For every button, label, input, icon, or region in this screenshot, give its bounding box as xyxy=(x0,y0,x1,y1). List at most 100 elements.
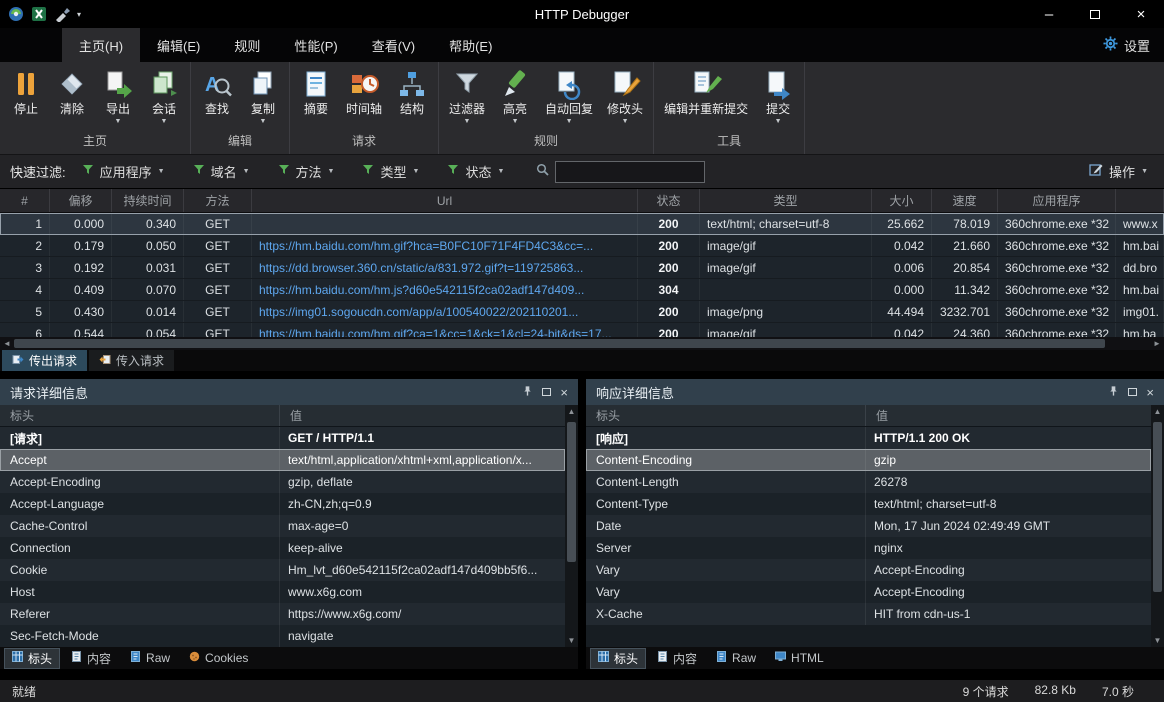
column-header-value[interactable]: 值 xyxy=(866,405,1151,426)
column-header-speed[interactable]: 速度 xyxy=(932,189,998,212)
tab-outgoing-requests[interactable]: 传出请求 xyxy=(2,350,87,371)
header-row[interactable]: CookieHm_lvt_d60e542115f2ca02adf147d409b… xyxy=(0,559,565,581)
actions-dropdown[interactable]: 操作 ▼ xyxy=(1089,162,1154,181)
header-row[interactable]: Hostwww.x6g.com xyxy=(0,581,565,603)
menu-tab-edit[interactable]: 编辑(E) xyxy=(140,28,217,62)
pin-icon[interactable] xyxy=(522,385,533,400)
scrollbar-thumb[interactable] xyxy=(14,339,1105,348)
header-row[interactable]: Content-Encodinggzip xyxy=(586,449,1151,471)
column-header-application[interactable]: 应用程序 xyxy=(998,189,1116,212)
pin-icon[interactable] xyxy=(1108,385,1119,400)
header-row[interactable]: Sec-Fetch-Modenavigate xyxy=(0,625,565,647)
brush-tool-icon[interactable] xyxy=(54,6,70,22)
sessions-button[interactable]: 会话 ▼ xyxy=(141,67,187,127)
filter-button[interactable]: 过滤器 ▼ xyxy=(442,67,492,127)
tab-headers[interactable]: 标头 xyxy=(590,648,646,669)
filter-status-dropdown[interactable]: 状态 ▼ xyxy=(447,162,504,181)
scroll-down-icon[interactable]: ▼ xyxy=(1154,634,1162,647)
request-row-2[interactable]: 2 0.179 0.050 GET https://hm.baidu.com/h… xyxy=(0,235,1164,257)
column-header-value[interactable]: 值 xyxy=(280,405,565,426)
filter-domain-dropdown[interactable]: 域名 ▼ xyxy=(193,162,250,181)
column-header-name[interactable]: 标头 xyxy=(0,405,280,426)
tab-cookies[interactable]: Cookies xyxy=(181,649,256,667)
menu-tab-rules[interactable]: 规则 xyxy=(217,28,277,62)
stop-button[interactable]: 停止 xyxy=(3,67,49,117)
column-header-index[interactable]: # xyxy=(0,189,50,212)
column-header-method[interactable]: 方法 xyxy=(184,189,252,212)
clear-button[interactable]: 清除 xyxy=(49,67,95,117)
filter-type-dropdown[interactable]: 类型 ▼ xyxy=(362,162,419,181)
menu-tab-help[interactable]: 帮助(E) xyxy=(432,28,509,62)
header-row[interactable]: [请求]GET / HTTP/1.1 xyxy=(0,427,565,449)
panel-maximize-icon[interactable] xyxy=(542,388,551,396)
response-vertical-scrollbar[interactable]: ▲ ▼ xyxy=(1151,405,1164,647)
header-row[interactable]: VaryAccept-Encoding xyxy=(586,559,1151,581)
request-row-4[interactable]: 4 0.409 0.070 GET https://hm.baidu.com/h… xyxy=(0,279,1164,301)
menu-tab-performance[interactable]: 性能(P) xyxy=(277,28,354,62)
column-header-name[interactable]: 标头 xyxy=(586,405,866,426)
panel-close-icon[interactable]: × xyxy=(1146,386,1154,399)
column-header-status[interactable]: 状态 xyxy=(638,189,700,212)
filter-method-dropdown[interactable]: 方法 ▼ xyxy=(278,162,335,181)
scroll-right-icon[interactable]: ► xyxy=(1150,337,1164,350)
header-row[interactable]: [响应]HTTP/1.1 200 OK xyxy=(586,427,1151,449)
header-row[interactable]: DateMon, 17 Jun 2024 02:49:49 GMT xyxy=(586,515,1151,537)
column-header-offset[interactable]: 偏移 xyxy=(50,189,112,212)
summary-button[interactable]: 摘要 xyxy=(293,67,339,117)
tab-content[interactable]: 内容 xyxy=(649,648,705,669)
column-header-url[interactable]: Url xyxy=(252,189,638,212)
request-row-3[interactable]: 3 0.192 0.031 GET https://dd.browser.360… xyxy=(0,257,1164,279)
auto-reply-button[interactable]: 自动回复 ▼ xyxy=(538,67,600,127)
header-row[interactable]: Accept-Languagezh-CN,zh;q=0.9 xyxy=(0,493,565,515)
request-row-5[interactable]: 5 0.430 0.014 GET https://img01.sogoucdn… xyxy=(0,301,1164,323)
qat-dropdown-icon[interactable]: ▾ xyxy=(77,10,81,19)
maximize-button[interactable] xyxy=(1072,0,1118,28)
header-row[interactable]: Accept-Encodinggzip, deflate xyxy=(0,471,565,493)
header-row[interactable]: Content-Length26278 xyxy=(586,471,1151,493)
search-input[interactable] xyxy=(555,161,705,183)
request-row-6[interactable]: 6 0.544 0.054 GET https://hm.baidu.com/h… xyxy=(0,323,1164,337)
request-vertical-scrollbar[interactable]: ▲ ▼ xyxy=(565,405,578,647)
column-header-size[interactable]: 大小 xyxy=(872,189,932,212)
header-row[interactable]: Content-Typetext/html; charset=utf-8 xyxy=(586,493,1151,515)
scroll-up-icon[interactable]: ▲ xyxy=(1154,405,1162,418)
scroll-up-icon[interactable]: ▲ xyxy=(568,405,576,418)
edit-resubmit-button[interactable]: 编辑并重新提交 xyxy=(657,67,755,117)
app-logo-icon[interactable] xyxy=(8,6,24,22)
minimize-button[interactable]: – xyxy=(1026,0,1072,28)
find-button[interactable]: A 查找 xyxy=(194,67,240,117)
tab-content[interactable]: 内容 xyxy=(63,648,119,669)
tab-incoming-requests[interactable]: 传入请求 xyxy=(89,350,174,371)
header-row[interactable]: X-CacheHIT from cdn-us-1 xyxy=(586,603,1151,625)
header-row[interactable]: Refererhttps://www.x6g.com/ xyxy=(0,603,565,625)
header-row[interactable]: Cache-Controlmax-age=0 xyxy=(0,515,565,537)
modify-header-button[interactable]: 修改头 ▼ xyxy=(600,67,650,127)
settings-button[interactable]: 设置 xyxy=(1103,28,1164,62)
tab-raw[interactable]: Raw xyxy=(708,649,764,667)
scroll-left-icon[interactable]: ◄ xyxy=(0,337,14,350)
request-row-1[interactable]: 1 0.000 0.340 GET 200 text/html; charset… xyxy=(0,213,1164,235)
close-button[interactable]: × xyxy=(1118,0,1164,28)
excel-export-icon[interactable] xyxy=(31,6,47,22)
scrollbar-thumb[interactable] xyxy=(567,422,576,562)
scrollbar-thumb[interactable] xyxy=(1153,422,1162,592)
header-row[interactable]: Connectionkeep-alive xyxy=(0,537,565,559)
column-header-type[interactable]: 类型 xyxy=(700,189,872,212)
export-button[interactable]: 导出 ▼ xyxy=(95,67,141,127)
horizontal-scrollbar[interactable]: ◄ ► xyxy=(0,337,1164,350)
tab-html[interactable]: HTML xyxy=(767,649,832,667)
header-row[interactable]: Accepttext/html,application/xhtml+xml,ap… xyxy=(0,449,565,471)
highlight-button[interactable]: 高亮 ▼ xyxy=(492,67,538,127)
tab-raw[interactable]: Raw xyxy=(122,649,178,667)
structure-button[interactable]: 结构 xyxy=(389,67,435,117)
header-row[interactable]: Servernginx xyxy=(586,537,1151,559)
scroll-down-icon[interactable]: ▼ xyxy=(568,634,576,647)
filter-application-dropdown[interactable]: 应用程序 ▼ xyxy=(82,162,165,181)
timeline-button[interactable]: 时间轴 xyxy=(339,67,389,117)
header-row[interactable]: VaryAccept-Encoding xyxy=(586,581,1151,603)
panel-maximize-icon[interactable] xyxy=(1128,388,1137,396)
submit-button[interactable]: 提交 ▼ xyxy=(755,67,801,127)
column-header-extra[interactable] xyxy=(1116,189,1164,212)
menu-tab-home[interactable]: 主页(H) xyxy=(62,28,140,62)
tab-headers[interactable]: 标头 xyxy=(4,648,60,669)
